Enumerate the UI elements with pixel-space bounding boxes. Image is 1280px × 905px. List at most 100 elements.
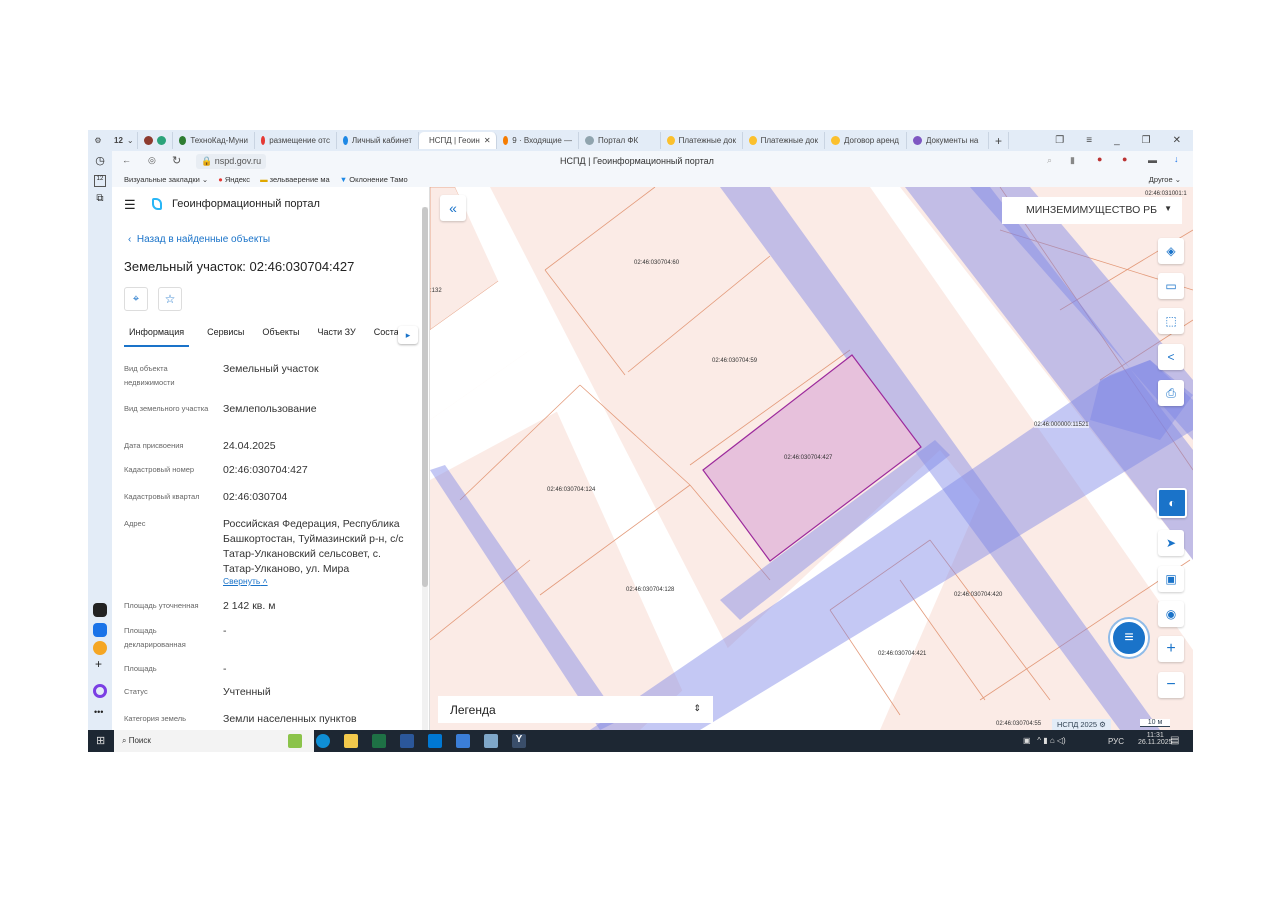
browser-sidebar: ◷ 12 ⧉ + ••• — [88, 151, 112, 730]
tab-counter[interactable]: 12 ⌄ — [108, 132, 138, 149]
navigate-button[interactable]: ➤ — [1158, 530, 1184, 556]
parcel-label: 02:46:000000:11521 — [1034, 422, 1089, 428]
org-select[interactable]: МИНЗЕМИМУЩЕСТВО РБ ▼ — [1002, 197, 1182, 224]
select-area-button[interactable]: ⬚ — [1158, 308, 1184, 334]
parcel-label: 02:46:030704:421 — [878, 651, 927, 657]
field-label: Дата присвоения — [124, 441, 184, 450]
field-value: 24.04.2025 — [223, 440, 276, 452]
print-button[interactable]: ⎙ — [1158, 380, 1184, 406]
field-label: Площадь — [124, 664, 157, 673]
browser-tab[interactable]: Документы на — [907, 132, 989, 149]
field-label: Вид земельного участка — [124, 404, 209, 413]
collapse-panel-button[interactable]: « — [440, 195, 466, 221]
restore-button[interactable]: ❐ — [1142, 135, 1151, 146]
collections-icon[interactable]: ❐ — [1055, 135, 1064, 146]
field-value: 02:46:030704 — [223, 491, 288, 503]
browser-tab[interactable]: Договор аренд — [825, 132, 907, 149]
notifications-icon[interactable]: ▤ — [1170, 735, 1179, 746]
tabs-scroll-right-button[interactable]: ▸ — [398, 326, 418, 344]
screenshot-icon[interactable]: ⧉ — [88, 193, 112, 204]
excel-icon[interactable] — [372, 734, 386, 748]
yandex-browser-icon[interactable]: Y — [512, 734, 526, 748]
app-icon[interactable] — [456, 734, 470, 748]
zoom-out-button[interactable]: − — [1158, 672, 1184, 698]
outlook-icon[interactable] — [428, 734, 442, 748]
assistant-button[interactable]: ◐ — [1157, 488, 1187, 518]
browser-tab[interactable]: НСПД | Геоин ✕ — [419, 132, 497, 149]
hamburger-menu-icon[interactable]: ☰ — [124, 197, 136, 213]
map-canvas[interactable]: 02:46:030704:60 02:46:030704:59 02:46:0307… — [430, 187, 1193, 730]
browser-tab[interactable]: Платежные док — [661, 132, 743, 149]
close-window-button[interactable]: ✕ — [1173, 135, 1181, 146]
panel-tab[interactable]: Информация — [124, 327, 190, 347]
minimap-button[interactable]: ▣ — [1158, 566, 1184, 592]
menu-icon[interactable]: ≡ — [1086, 135, 1092, 146]
panel-tab[interactable]: Соста — [374, 327, 399, 347]
legend-dropdown[interactable]: Легенда ⇕ — [438, 696, 713, 723]
downloads-icon[interactable]: ↓ — [1174, 154, 1179, 164]
bookmark-3[interactable]: ▼ Оклонение Тамо — [340, 175, 408, 184]
mail-icon[interactable] — [93, 641, 107, 655]
field-value: Земельный участок — [223, 363, 319, 375]
new-tab-button[interactable]: + — [989, 132, 1010, 149]
clock[interactable]: 11:31 26.11.2025 — [1138, 732, 1173, 746]
panel-tabs: Информация Сервисы Объекты Части ЗУ Соста — [124, 327, 424, 347]
browser-tab[interactable]: Портал ФК — [579, 132, 661, 149]
panel-tab[interactable]: Сервисы — [207, 327, 244, 347]
ruler-button[interactable]: ▭ — [1158, 273, 1184, 299]
bookmark-icon[interactable]: ▮ — [1070, 155, 1075, 166]
bookmark-2[interactable]: ▬ зельваерение ма — [260, 175, 330, 184]
locate-object-button[interactable]: ⌖ — [124, 287, 148, 311]
search-box[interactable]: ⌕ Поиск — [114, 730, 314, 752]
tab-favicon-icon — [913, 136, 922, 145]
browser-tab[interactable]: Личный кабинет — [337, 132, 419, 149]
back-button[interactable]: ← — [122, 155, 131, 165]
protect-icon[interactable]: ◎ — [148, 155, 156, 166]
explorer-icon[interactable] — [344, 734, 358, 748]
tray-icons[interactable]: ▣ ^ ▮ ⌂ ◁) — [1023, 736, 1066, 745]
calendar-icon[interactable]: 12 — [94, 175, 106, 187]
browser-tab[interactable]: Платежные док — [743, 132, 825, 149]
history-icon[interactable]: ◷ — [88, 154, 112, 167]
close-tab-icon[interactable]: ✕ — [484, 136, 491, 145]
add-icon[interactable]: + — [95, 657, 102, 671]
bookmarks-other[interactable]: Другое ⌄ — [1149, 175, 1181, 184]
collapse-address-link[interactable]: Свернуть ˄ — [223, 576, 268, 586]
panel-tab[interactable]: Объекты — [262, 327, 299, 347]
app-icon-1[interactable] — [93, 603, 107, 617]
bookmark-visual[interactable]: Визуальные закладки ⌄ — [124, 175, 208, 184]
browser-tab[interactable]: ТехноКад-Муни — [173, 132, 255, 149]
task-view-icon[interactable] — [288, 734, 302, 748]
language-indicator[interactable]: РУС — [1108, 737, 1124, 746]
panel-scrollbar[interactable] — [422, 207, 428, 730]
back-to-results-link[interactable]: ‹ Назад в найденные объекты — [128, 234, 270, 245]
location-button[interactable]: ◉ — [1158, 601, 1184, 627]
tab-favicon-icon — [585, 136, 594, 145]
url-field[interactable]: 🔒 nspd.gov.ru — [196, 154, 267, 169]
windows-start-icon[interactable]: ⊞ — [96, 734, 105, 747]
pinned-tabs[interactable] — [138, 132, 173, 149]
object-title: Земельный участок: 02:46:030704:427 — [124, 259, 355, 274]
panel-tab[interactable]: Части ЗУ — [318, 327, 356, 347]
chat-button[interactable]: ≡ — [1110, 619, 1148, 657]
favorite-star-button[interactable]: ☆ — [158, 287, 182, 311]
more-icon[interactable]: ••• — [94, 707, 103, 717]
extension-icon-1[interactable]: ● — [1097, 154, 1102, 164]
bookmark-yandex[interactable]: ● Яндекс — [218, 175, 250, 184]
alice-icon[interactable] — [93, 684, 107, 698]
tab-favicon-icon — [749, 136, 757, 145]
minimize-button[interactable]: _ — [1114, 135, 1120, 146]
share-button[interactable]: < — [1158, 344, 1184, 370]
extension-icon-3[interactable]: ▬ — [1148, 155, 1157, 165]
remote-desktop-icon[interactable] — [484, 734, 498, 748]
browser-tab[interactable]: размещение отс — [255, 132, 337, 149]
extension-icon-2[interactable]: ● — [1122, 154, 1127, 164]
reload-button[interactable]: ↻ — [172, 154, 181, 167]
zoom-in-button[interactable]: + — [1158, 636, 1184, 662]
edge-icon[interactable] — [316, 734, 330, 748]
layers-button[interactable]: ◈ — [1158, 238, 1184, 264]
word-icon[interactable] — [400, 734, 414, 748]
zoom-icon[interactable]: ⌕ — [1047, 155, 1052, 166]
browser-tab[interactable]: 9 · Входящие — — [497, 132, 579, 149]
app-icon-2[interactable] — [93, 623, 107, 637]
